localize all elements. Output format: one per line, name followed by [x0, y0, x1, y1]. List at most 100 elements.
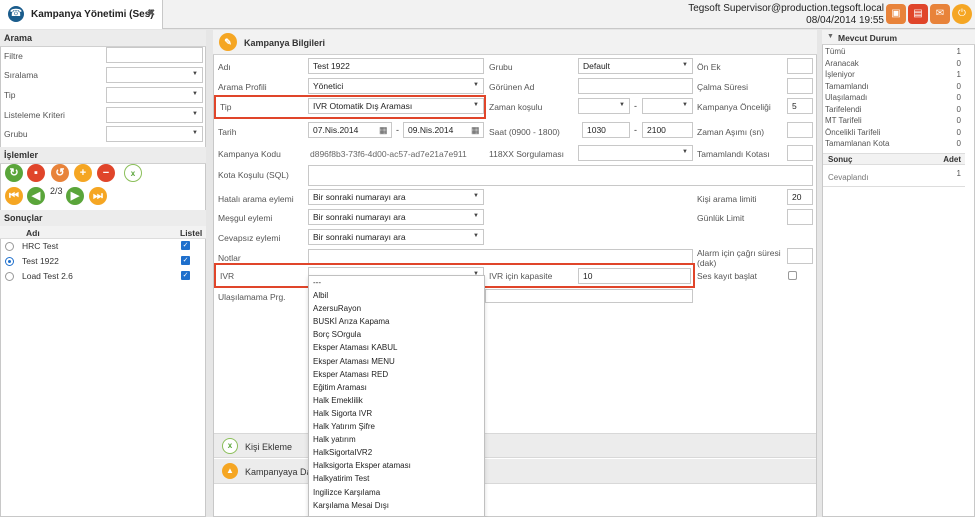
siralama-select[interactable] [106, 67, 203, 83]
undo-icon[interactable]: ↺ [51, 164, 69, 182]
cevapsiz-select[interactable]: Bir sonraki numarayı ara [308, 229, 484, 245]
add-icon[interactable]: + [74, 164, 92, 182]
adet-col: Adet [943, 155, 961, 164]
save-icon[interactable]: ▪ [27, 164, 45, 182]
ulasilamama-input[interactable] [485, 289, 693, 303]
ivr-option[interactable]: Halk yatırım [309, 433, 484, 446]
tab-kampanya-yonetimi[interactable]: ☎ Kampanya Yönetimi (Ses) ✖ [0, 0, 163, 29]
ivr-option[interactable]: Karşılama Mesai Dışı [309, 499, 484, 512]
chat-icon[interactable]: ✉ [930, 4, 950, 24]
pin-icon: ✎ [219, 33, 237, 51]
gorunen-ad-label: Görünen Ad [489, 82, 535, 92]
ivr-option[interactable]: Ingilizce Karşılama [309, 486, 484, 499]
next-page-icon[interactable]: ▶ [66, 187, 84, 205]
ivr-option[interactable]: Halk Sigorta IVR [309, 407, 484, 420]
result-row[interactable]: Test 1922 ✓ [0, 255, 205, 270]
zaman-kosulu-select-1[interactable] [578, 98, 630, 114]
row-radio[interactable] [5, 242, 14, 251]
ivr-option[interactable]: Eğitim Araması [309, 381, 484, 394]
zaman-asimi-input[interactable] [787, 122, 813, 138]
tip-filter-select[interactable] [106, 87, 203, 103]
calendar-icon[interactable]: ▦ [471, 125, 480, 136]
filter-input[interactable] [106, 47, 203, 63]
sorgulama-select[interactable] [578, 145, 693, 161]
listeleme-select[interactable] [106, 107, 203, 123]
adi-input[interactable]: Test 1922 [308, 58, 484, 74]
check-icon[interactable]: ✓ [181, 256, 190, 265]
saat-from-input[interactable]: 1030 [582, 122, 630, 138]
power-icon[interactable]: ⏻ [952, 4, 972, 24]
ulasilamama-label: Ulaşılamama Prg. [218, 292, 286, 302]
gunluk-label: Günlük Limit [697, 213, 745, 223]
excel-icon[interactable]: x [124, 164, 142, 182]
gorunen-ad-input[interactable] [578, 78, 693, 94]
datetime: 08/04/2014 19:55 [806, 15, 884, 26]
check-icon[interactable]: ✓ [181, 271, 190, 280]
status-title: Mevcut Durum [838, 33, 898, 43]
ivr-option[interactable]: Borç SOrgula [309, 328, 484, 341]
ivr-option[interactable]: --- [309, 276, 484, 289]
alarm-label: Alarm için çağrı süresi (dak) [697, 248, 781, 268]
ivr-option[interactable]: Halkyatirim Test [309, 472, 484, 485]
kapasite-input[interactable]: 10 [578, 268, 691, 284]
ivr-option[interactable]: Eksper Ataması KABUL [309, 341, 484, 354]
result-name: HRC Test [22, 241, 59, 251]
grubu-filter-select[interactable] [106, 126, 203, 142]
ivr-option[interactable]: Halk Yatırım Şifre [309, 420, 484, 433]
first-page-icon[interactable]: ⏮ [5, 187, 23, 205]
ivr-option[interactable]: Eksper Ataması RED [309, 368, 484, 381]
tip-select[interactable]: IVR Otomatik Dış Araması [308, 98, 484, 114]
islemler-header: İşlemler [0, 147, 206, 164]
kota-textarea[interactable] [308, 165, 813, 186]
alarm-input[interactable] [787, 248, 813, 264]
prev-page-icon[interactable]: ◀ [27, 187, 45, 205]
ses-kayit-checkbox[interactable] [788, 271, 797, 280]
monitor-icon[interactable]: ▣ [886, 4, 906, 24]
check-icon[interactable]: ✓ [181, 241, 190, 250]
ivr-option[interactable]: Halksigorta Eksper ataması [309, 459, 484, 472]
kota-label: Kota Koşulu (SQL) [218, 170, 289, 180]
status-header[interactable]: ▼ Mevcut Durum [822, 30, 975, 45]
ivr-option[interactable]: AzersuRayon [309, 302, 484, 315]
ivr-option[interactable]: Albil [309, 289, 484, 302]
arama-profili-select[interactable]: Yönetici [308, 78, 484, 94]
row-radio[interactable] [5, 272, 14, 281]
col-listel: Listel [180, 228, 203, 238]
oncelik-input[interactable]: 5 [787, 98, 813, 114]
pager-text: 2/3 [50, 186, 63, 196]
remove-icon[interactable]: − [97, 164, 115, 182]
sorgulama-label: 118XX Sorgulaması [489, 149, 564, 159]
phone-icon: ☎ [8, 6, 24, 22]
zaman-kosulu-select-2[interactable] [642, 98, 693, 114]
tamamlandi-input[interactable] [787, 145, 813, 161]
grubu-filter-label: Grubu [4, 129, 28, 139]
result-row[interactable]: HRC Test ✓ [0, 240, 205, 255]
ivr-option[interactable]: Halk Emeklilik [309, 394, 484, 407]
calma-suresi-input[interactable] [787, 78, 813, 94]
hatali-select[interactable]: Bir sonraki numarayı ara [308, 189, 484, 205]
ivr-option[interactable]: BUSKİ Arıza Kapama [309, 315, 484, 328]
saat-to-input[interactable]: 2100 [642, 122, 693, 138]
grubu-select[interactable]: Default [578, 58, 693, 74]
close-icon[interactable]: ✖ [147, 8, 155, 19]
ivr-option[interactable]: HalkSigortaIVR2 [309, 446, 484, 459]
refresh-icon[interactable]: ↻ [5, 164, 23, 182]
last-page-icon[interactable]: ⏭ [89, 187, 107, 205]
kisi-ekleme-section[interactable]: x Kişi Ekleme [214, 433, 816, 458]
ivr-option[interactable]: Eksper Ataması MENU [309, 355, 484, 368]
gunluk-input[interactable] [787, 209, 813, 225]
row-radio-selected[interactable] [5, 257, 14, 266]
status-value: 1 [956, 70, 961, 79]
onek-input[interactable] [787, 58, 813, 74]
calma-suresi-label: Çalma Süresi [697, 82, 749, 92]
collapse-icon[interactable]: ▼ [827, 33, 834, 40]
grubu-label: Grubu [489, 62, 513, 72]
kampanyaya-section[interactable]: ▲ Kampanyaya Da [214, 459, 816, 484]
result-row[interactable]: Load Test 2.6 ✓ [0, 270, 205, 285]
kisi-limit-input[interactable]: 20 [787, 189, 813, 205]
screen-icon[interactable]: ▤ [908, 4, 928, 24]
status-value: 0 [956, 104, 961, 114]
calendar-icon[interactable]: ▦ [379, 125, 388, 136]
ivr-dropdown-list[interactable]: --- Albil AzersuRayon BUSKİ Arıza Kapama… [308, 275, 485, 517]
mesgul-select[interactable]: Bir sonraki numarayı ara [308, 209, 484, 225]
